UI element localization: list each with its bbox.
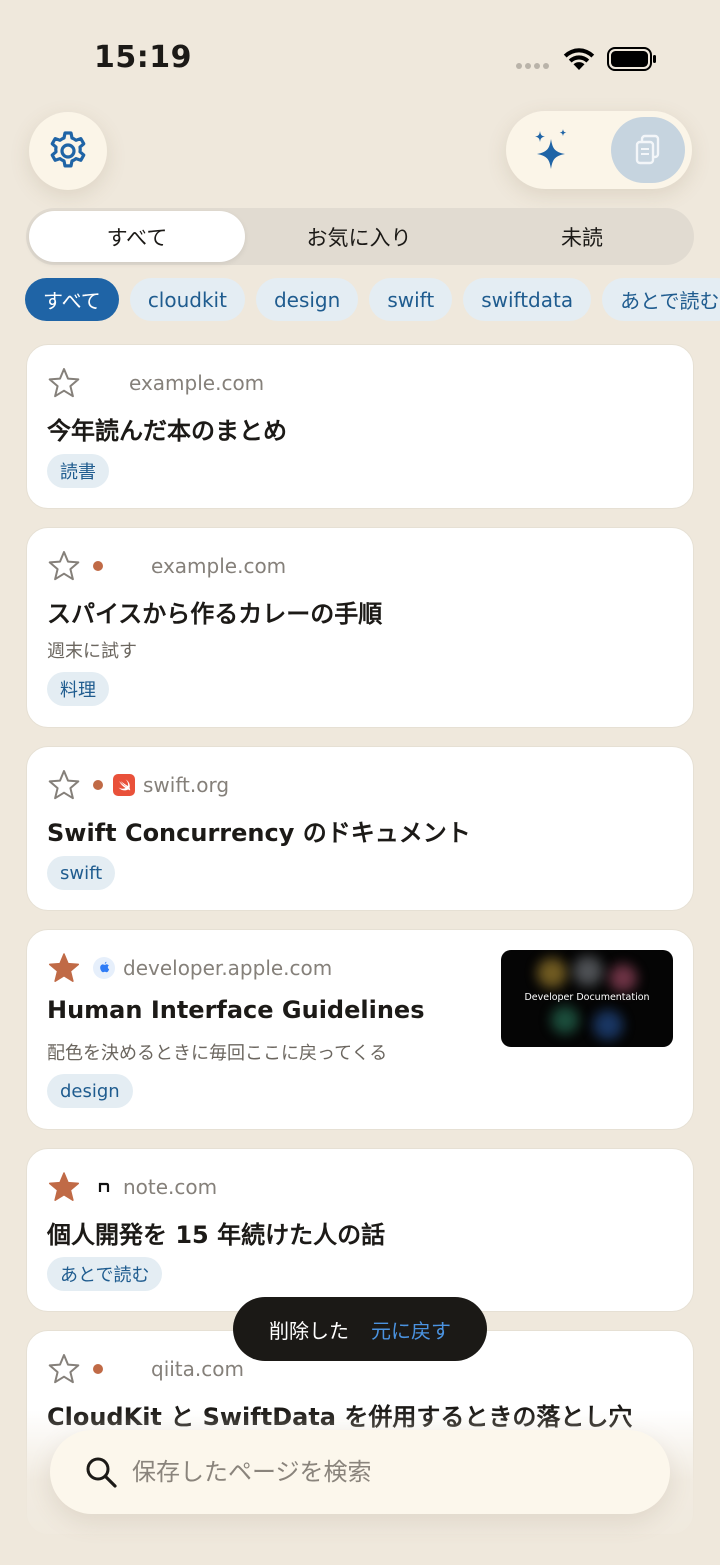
tag-chip-cloudkit[interactable]: cloudkit bbox=[129, 278, 245, 321]
segment-all[interactable]: すべて bbox=[29, 211, 245, 262]
card-domain: swift.org bbox=[143, 773, 230, 797]
card-title: スパイスから作るカレーの手順 bbox=[47, 600, 383, 628]
card-note: 週末に試す bbox=[47, 641, 137, 662]
favicon-placeholder bbox=[113, 555, 135, 577]
card-tag[interactable]: あとで読む bbox=[47, 1257, 163, 1291]
card-domain: developer.apple.com bbox=[123, 956, 333, 980]
undo-button[interactable]: 元に戻す bbox=[371, 1315, 451, 1344]
card-domain: note.com bbox=[123, 1175, 218, 1199]
battery-icon bbox=[607, 47, 656, 71]
favicon-placeholder bbox=[113, 1358, 135, 1380]
apple-logo-icon bbox=[93, 957, 115, 979]
sparkles-icon bbox=[535, 129, 567, 169]
star-filled-icon[interactable] bbox=[47, 1170, 81, 1204]
search-input[interactable] bbox=[132, 1458, 612, 1486]
star-outline-icon[interactable] bbox=[47, 768, 81, 802]
card-domain: example.com bbox=[151, 554, 287, 578]
undo-toast: 削除した 元に戻す bbox=[233, 1297, 487, 1361]
card-tag[interactable]: design bbox=[47, 1074, 133, 1108]
paste-button[interactable] bbox=[611, 117, 685, 183]
card-domain: qiita.com bbox=[151, 1357, 244, 1381]
action-pill bbox=[506, 111, 692, 189]
bookmark-card[interactable]: note.com 個人開発を 15 年続けた人の話 あとで読む bbox=[26, 1148, 694, 1312]
star-outline-icon[interactable] bbox=[47, 1352, 81, 1386]
note-logo-icon bbox=[93, 1176, 115, 1198]
unread-dot bbox=[93, 561, 103, 571]
bookmark-card[interactable]: developer.apple.com Human Interface Guid… bbox=[26, 929, 694, 1130]
card-title: 個人開発を 15 年続けた人の話 bbox=[47, 1221, 386, 1249]
card-note: 配色を決めるときに毎回ここに戻ってくる bbox=[47, 1043, 388, 1064]
tag-chip-read-later[interactable]: あとで読む bbox=[602, 278, 720, 321]
bookmark-card[interactable]: example.com 今年読んだ本のまとめ 読書 bbox=[26, 344, 694, 509]
card-title: 今年読んだ本のまとめ bbox=[47, 417, 287, 445]
favicon-placeholder bbox=[91, 372, 113, 394]
search-bar[interactable] bbox=[50, 1430, 670, 1514]
status-time: 15:19 bbox=[94, 40, 192, 75]
tag-chip-swift[interactable]: swift bbox=[369, 278, 453, 321]
bookmark-card[interactable]: swift.org Swift Concurrency のドキュメント swif… bbox=[26, 746, 694, 911]
star-outline-icon[interactable] bbox=[47, 549, 81, 583]
unread-dot bbox=[93, 1364, 103, 1374]
cellular-signal-icon bbox=[516, 63, 549, 69]
clipboard-icon bbox=[635, 134, 660, 165]
card-title: Swift Concurrency のドキュメント bbox=[47, 819, 471, 847]
segment-unread[interactable]: 未読 bbox=[474, 211, 690, 262]
wifi-icon bbox=[563, 48, 595, 70]
card-title: Human Interface Guidelines bbox=[47, 996, 425, 1024]
ai-button[interactable] bbox=[522, 121, 580, 179]
card-tag[interactable]: 読書 bbox=[47, 454, 109, 488]
unread-dot bbox=[93, 780, 103, 790]
filter-segmented-control: すべて お気に入り 未読 bbox=[26, 208, 694, 265]
tag-chip-all[interactable]: すべて bbox=[25, 278, 119, 321]
segment-favorites[interactable]: お気に入り bbox=[251, 211, 467, 262]
settings-button[interactable] bbox=[29, 112, 107, 190]
toast-message: 削除した bbox=[269, 1318, 349, 1343]
star-filled-icon[interactable] bbox=[47, 951, 81, 985]
tag-chip-design[interactable]: design bbox=[255, 278, 359, 321]
tag-chip-swiftdata[interactable]: swiftdata bbox=[463, 278, 592, 321]
star-outline-icon[interactable] bbox=[47, 366, 81, 400]
swift-logo-icon bbox=[113, 774, 135, 796]
search-icon bbox=[86, 1457, 117, 1488]
card-tag[interactable]: 料理 bbox=[47, 672, 109, 706]
bookmark-card[interactable]: example.com スパイスから作るカレーの手順 週末に試す 料理 bbox=[26, 527, 694, 728]
tag-filter-row: すべて cloudkit design swift swiftdata あとで読… bbox=[25, 278, 720, 321]
app-screen: 15:19 すべて お気に入り 未読 すべて cloudkit design s… bbox=[0, 0, 720, 1565]
card-domain: example.com bbox=[129, 371, 265, 395]
card-thumbnail: Developer Documentation bbox=[501, 950, 673, 1047]
card-tag[interactable]: swift bbox=[47, 856, 116, 890]
thumbnail-text: Developer Documentation bbox=[524, 992, 650, 1003]
gear-icon bbox=[50, 131, 86, 168]
